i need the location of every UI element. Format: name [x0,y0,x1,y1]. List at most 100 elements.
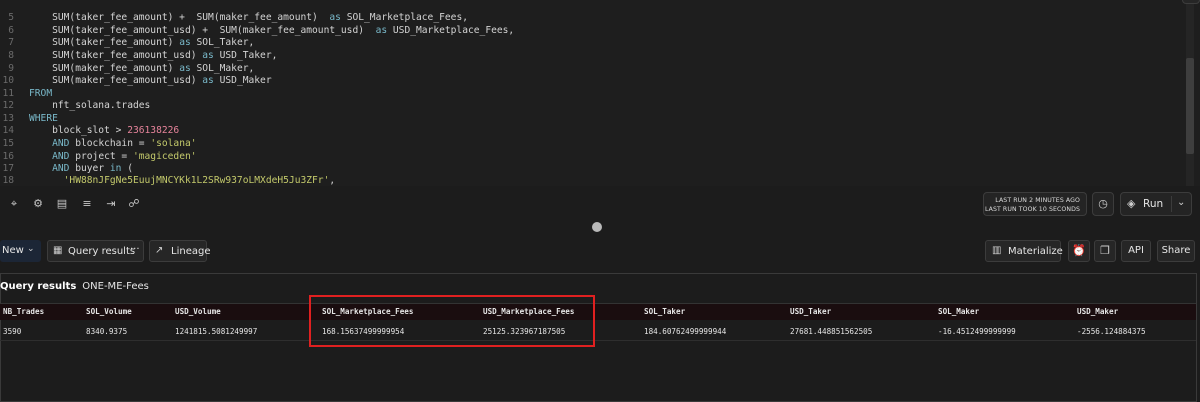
alarm-button[interactable]: ⏰ [1068,240,1090,262]
copy-icon: ❐ [1100,244,1110,257]
column-header[interactable]: SOL_Maker [938,307,979,316]
code-text: nft_solana.trades [29,99,150,112]
table-cell[interactable]: -2556.124884375 [1077,327,1146,336]
run-label: Run [1143,198,1164,210]
new-button[interactable]: New ⌄ [0,240,41,262]
code-text: 'HW88nJFgNe5EuujMNCYKk1L2SRw937oLMXdeH5J… [29,174,335,186]
indent-icon[interactable]: ⇥ [103,197,119,211]
code-token: SUM(taker_fee_amount_usd) [29,50,203,61]
editor-scrollbar-thumb[interactable] [1186,58,1194,154]
query-name: ONE-ME-Fees [82,281,149,292]
materialize-label: Materialize [1008,246,1063,257]
column-header[interactable]: NB_Trades [3,307,44,316]
materialize-icon: ▥ [992,245,1002,256]
code-token: AND [52,163,70,174]
table-cell[interactable]: 3590 [3,327,21,336]
clock-icon: ◷ [1098,197,1108,210]
code-token: as [375,25,388,36]
run-divider [1171,196,1172,212]
line-number: 15 [2,138,14,149]
line-number: 8 [8,50,14,61]
code-line[interactable]: 15 AND blockchain = 'solana' [0,137,1180,150]
code-token: as [179,63,191,74]
code-token: SUM(maker_fee_amount) [29,63,180,74]
code-line[interactable]: 10 SUM(maker_fee_amount_usd) as USD_Make… [0,74,1180,87]
highlight-box [309,295,595,347]
trend-icon: ↗ [155,245,164,256]
share-nodes-icon[interactable]: ☍ [126,197,142,211]
code-line[interactable]: 14 block_slot > 236138226 [0,124,1180,137]
format-icon[interactable]: ▤ [54,197,70,211]
code-token: AND [52,151,70,162]
code-token: FROM [29,88,53,99]
code-text: block_slot > 236138226 [29,124,179,137]
editor-corner-button[interactable] [1182,0,1200,4]
code-token: SOL_Taker, [190,37,255,48]
tab-query-results-label: Query results [68,246,136,257]
run-button[interactable]: ◈ Run ⌄ [1120,192,1192,216]
code-token: SOL_Maker, [190,63,255,74]
code-token: as [329,12,341,23]
more-options-icon[interactable]: ··· [130,244,140,255]
chevron-down-icon[interactable]: ⌄ [1177,197,1185,208]
line-number: 12 [2,100,14,111]
table-cell[interactable]: -16.4512499999999 [938,327,1016,336]
table-cell[interactable]: 8340.9375 [86,327,127,336]
code-token: ( [121,163,133,174]
column-header[interactable]: USD_Maker [1077,307,1118,316]
code-text: SUM(maker_fee_amount_usd) as USD_Maker [29,74,272,87]
copy-button[interactable]: ❐ [1094,240,1116,262]
column-header[interactable]: SOL_Volume [86,307,132,316]
api-button[interactable]: API [1121,240,1151,262]
code-line[interactable]: 12 nft_solana.trades [0,99,1180,112]
settings-icon[interactable]: ⚙ [30,197,46,211]
code-token: USD_Taker, [213,50,278,61]
last-run-duration-text: LAST RUN TOOK 10 SECONDS [984,206,1080,213]
lineage-button[interactable]: ↗ Lineage [149,240,210,262]
line-number: 7 [8,37,14,48]
results-heading: Query results [0,281,77,292]
table-cell[interactable]: 184.60762499999944 [644,327,726,336]
code-token: 'HW88nJFgNe5EuujMNCYKk1L2SRw937oLMXdeH5J… [63,175,330,186]
code-token: AND [52,138,70,149]
code-token: 'magiceden' [132,151,197,162]
column-header[interactable]: USD_Volume [175,307,221,316]
code-token: buyer [69,163,110,174]
line-number: 14 [2,125,14,136]
row-divider [0,340,1196,341]
code-token: project = [69,151,133,162]
code-token: in [109,163,122,174]
line-number: 18 [2,175,14,186]
code-token: WHERE [29,113,58,124]
code-text: SUM(taker_fee_amount) + SUM(maker_fee_am… [29,11,468,24]
share-button[interactable]: Share [1157,240,1195,262]
target-icon[interactable]: ⌖ [6,197,22,211]
tab-query-results[interactable]: ▦ Query results ··· [47,240,144,262]
alarm-icon: ⏰ [1072,244,1086,257]
code-line[interactable]: 7 SUM(taker_fee_amount) as SOL_Taker, [0,36,1180,49]
code-token: SUM(taker_fee_amount) + SUM(maker_fee_am… [29,12,330,23]
panel-resize-handle[interactable] [592,222,602,232]
code-token: as [202,50,214,61]
column-header[interactable]: USD_Taker [790,307,831,316]
results-title: Query results ONE-ME-Fees [0,281,149,292]
code-text: SUM(taker_fee_amount) as SOL_Taker, [29,36,254,49]
code-line[interactable]: 8 SUM(taker_fee_amount_usd) as USD_Taker… [0,49,1180,62]
table-cell[interactable]: 1241815.5081249997 [175,327,257,336]
schedule-button[interactable]: ◷ [1092,192,1114,216]
code-line[interactable]: 5 SUM(taker_fee_amount) + SUM(maker_fee_… [0,11,1180,24]
code-line[interactable]: 18 'HW88nJFgNe5EuujMNCYKk1L2SRw937oLMXde… [0,174,1180,186]
code-token: SUM(maker_fee_amount_usd) [29,75,203,86]
sql-editor[interactable]: 5 SUM(taker_fee_amount) + SUM(maker_fee_… [0,0,1200,186]
column-header[interactable]: SOL_Taker [644,307,685,316]
line-number: 5 [8,12,14,23]
last-run-info: LAST RUN 2 MINUTES AGO LAST RUN TOOK 10 … [983,192,1087,216]
table-cell[interactable]: 27681.448851562505 [790,327,872,336]
list-ordered-icon[interactable]: ≡ [79,197,95,211]
layers-icon: ◈ [1127,197,1136,210]
table-icon: ▦ [53,245,63,256]
materialize-button[interactable]: ▥ Materialize [985,240,1063,262]
